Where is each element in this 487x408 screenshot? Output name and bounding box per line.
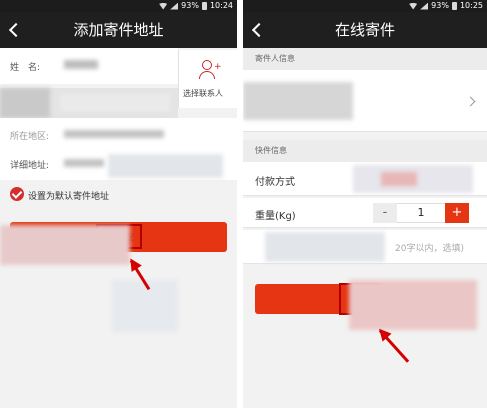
weight-value[interactable]: 1 [397,203,445,223]
page-title: 在线寄件 [334,21,395,39]
sender-info-blurred [243,82,353,120]
region-label: 所在地区: [10,132,50,142]
weight-decrease-button[interactable]: - [373,203,397,223]
detail-address-label: 详细地址: [10,161,50,171]
default-address-label: 设置为默认寄件地址 [28,192,110,202]
sender-info-row[interactable] [243,70,487,132]
detail-address-value-blurred [64,159,104,167]
blurred-overlay [349,280,477,330]
name-row[interactable]: 姓 名: [0,48,178,84]
detail-address-row[interactable]: 详细地址: [0,152,237,180]
remark-blurred [265,232,385,262]
status-bar: 93% 10:24 [0,0,237,12]
blurred-overlay [112,280,178,332]
payment-label: 付款方式 [255,177,295,188]
weight-increase-button[interactable]: + [445,203,469,223]
name-value-blurred [64,60,98,69]
page-title: 添加寄件地址 [73,21,164,39]
wifi-icon [409,2,418,10]
chevron-right-icon [465,96,476,107]
default-address-checkbox[interactable] [10,187,24,201]
left-screen: 93% 10:24 添加寄件地址 姓 名: + 选择联系人 所在地区: 详细地址… [0,0,237,408]
status-bar: 93% 10:25 [243,0,487,12]
weight-row: 重量(Kg) - 1 + [243,198,487,228]
weight-label: 重量(Kg) [255,211,296,222]
battery-icon [201,2,207,10]
sender-section-header: 寄件人信息 [243,48,487,70]
battery-icon [451,2,457,10]
name-label: 姓 名: [10,63,41,73]
nav-bar: 添加寄件地址 [0,12,237,48]
blurred-area [0,88,178,118]
wifi-icon [159,2,168,10]
select-contact-label: 选择联系人 [183,89,223,98]
battery-percent: 93% [181,1,199,10]
remark-row[interactable]: 20字以内，选填) [243,230,487,264]
select-contact-button[interactable]: + 选择联系人 [178,50,237,108]
package-section-header: 快件信息 [243,140,487,162]
region-value-blurred [64,130,164,138]
right-screen: 93% 10:25 在线寄件 寄件人信息 快件信息 付款方式 重量(Kg) - … [243,0,487,408]
clock: 10:25 [459,1,483,10]
pointer-arrow [378,329,410,363]
signal-icon [170,2,179,10]
add-contact-icon: + [199,60,222,80]
nav-bar: 在线寄件 [243,12,487,48]
battery-percent: 93% [431,1,449,10]
clock: 10:24 [209,1,233,10]
payment-row[interactable]: 付款方式 [243,162,487,196]
region-row[interactable]: 所在地区: [0,118,237,152]
blurred-overlay [0,225,130,265]
signal-icon [420,2,429,10]
remark-placeholder: 20字以内，选填) [395,244,464,254]
